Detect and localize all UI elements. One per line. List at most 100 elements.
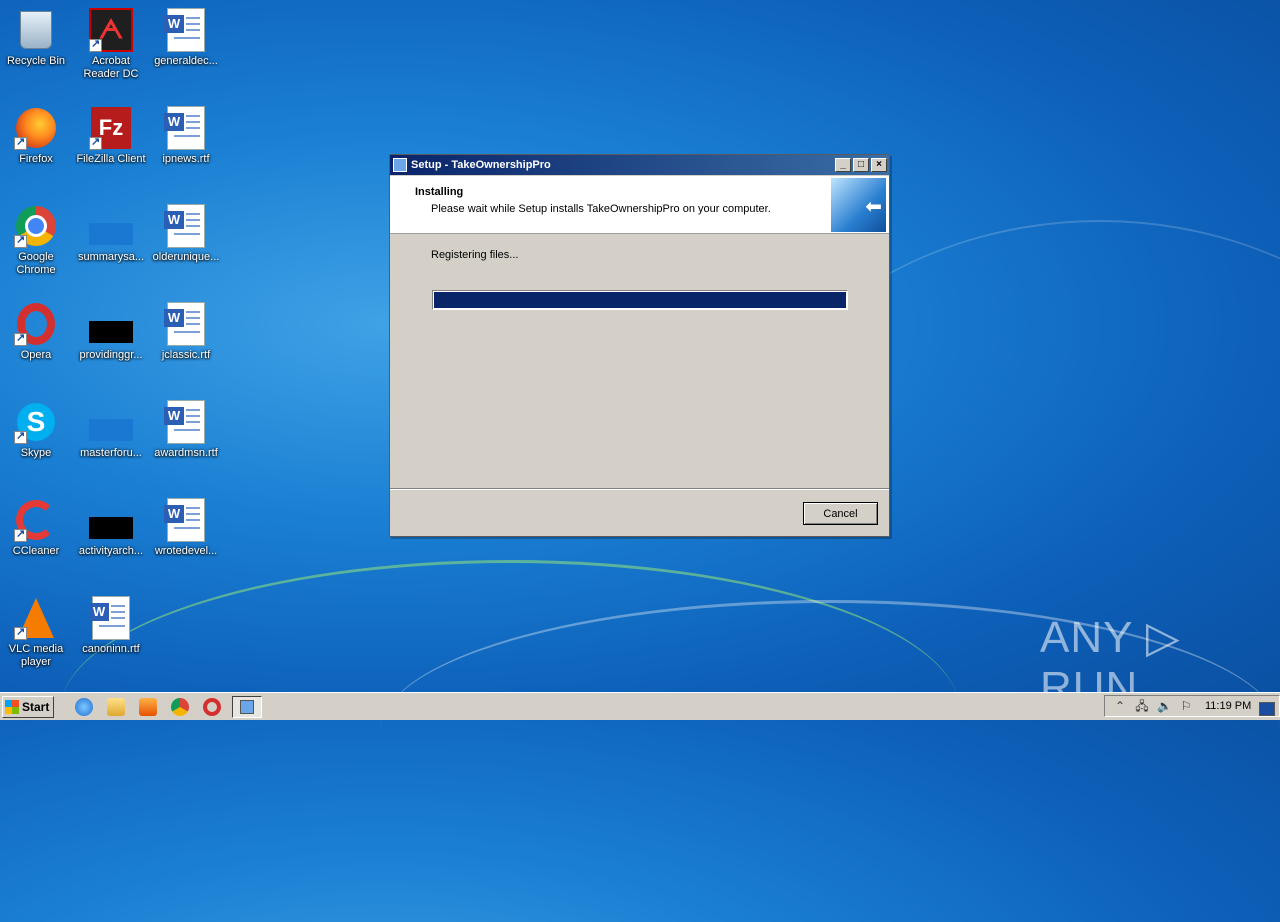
file-thumbnail-icon (89, 204, 133, 248)
start-label: Start (22, 699, 50, 714)
desktop-icon-opera[interactable]: Opera (0, 296, 72, 362)
desktop-icon-label: Skype (20, 447, 52, 459)
shortcut-arrow-icon (14, 527, 27, 542)
skype-icon: S (14, 400, 58, 444)
desktop-icon-recycle-bin[interactable]: Recycle Bin (0, 2, 72, 68)
desktop-icon-acrobat[interactable]: ᗅ Acrobat Reader DC (75, 2, 147, 81)
desktop-icon-wrotedevel[interactable]: W wrotedevel... (150, 492, 222, 558)
desktop-icon-label: ipnews.rtf (162, 153, 210, 165)
setup-dialog: Setup - TakeOwnershipPro _ □ × Installin… (389, 154, 890, 537)
word-document-icon: W (89, 596, 133, 640)
opera-icon[interactable] (203, 697, 221, 716)
firefox-icon (14, 106, 58, 150)
desktop-icon-firefox[interactable]: Firefox (0, 100, 72, 166)
desktop-icon-vlc[interactable]: VLC media player (0, 590, 72, 669)
install-progress-bar (432, 290, 848, 310)
setup-app-icon (393, 158, 407, 172)
word-document-icon: W (164, 400, 208, 444)
taskbar: Start ⌃ 🖧 🔈 ⚐ 11:19 PM (0, 692, 1280, 720)
desktop-icon-providinggr[interactable]: providinggr... (75, 296, 147, 362)
shortcut-arrow-icon (14, 625, 27, 640)
action-center-flag-icon[interactable]: ⚐ (1179, 699, 1193, 713)
desktop-icon-label: Google Chrome (16, 251, 56, 276)
desktop-icon-activityarch[interactable]: activityarch... (75, 492, 147, 558)
tray-expand-icon[interactable]: ⌃ (1113, 699, 1127, 713)
desktop-icon-label: olderunique... (152, 251, 220, 263)
shortcut-arrow-icon (89, 37, 102, 52)
volume-icon[interactable]: 🔈 (1157, 699, 1172, 713)
opera-icon (14, 302, 58, 346)
desktop-icon-label: FileZilla Client (76, 153, 146, 165)
desktop-icon-label: activityarch... (78, 545, 144, 557)
acrobat-icon: ᗅ (89, 8, 133, 52)
page-subheading: Please wait while Setup installs TakeOwn… (431, 203, 771, 215)
desktop-icon-ccleaner[interactable]: CCleaner (0, 492, 72, 558)
shortcut-arrow-icon (89, 135, 102, 150)
desktop-icon-chrome[interactable]: Google Chrome (0, 198, 72, 277)
file-thumbnail-icon (89, 302, 133, 346)
desktop-icon-jclassic[interactable]: W jclassic.rtf (150, 296, 222, 362)
setup-app-icon (240, 699, 254, 714)
chrome-icon (14, 204, 58, 248)
close-button[interactable]: × (871, 158, 887, 172)
file-thumbnail-icon (89, 400, 133, 444)
progress-fill (434, 292, 846, 308)
desktop-icon-summarysa[interactable]: summarysa... (75, 198, 147, 264)
word-document-icon: W (164, 302, 208, 346)
install-status-text: Registering files... (431, 249, 519, 261)
quick-launch (68, 697, 228, 716)
desktop-icon-olderunique[interactable]: W olderunique... (150, 198, 222, 264)
desktop-icon-label: CCleaner (12, 545, 60, 557)
network-icon[interactable]: 🖧 (1135, 699, 1149, 713)
system-tray: ⌃ 🖧 🔈 ⚐ 11:19 PM (1104, 695, 1280, 717)
desktop-icon-label: summarysa... (77, 251, 144, 263)
internet-explorer-icon[interactable] (75, 697, 93, 716)
desktop-icon-label: Acrobat Reader DC (83, 55, 139, 80)
desktop-icon-label: jclassic.rtf (161, 349, 211, 361)
media-player-icon[interactable] (139, 697, 157, 716)
shortcut-arrow-icon (14, 135, 27, 150)
show-desktop-icon[interactable] (1259, 702, 1275, 716)
desktop-icon-canoninn[interactable]: W canoninn.rtf (75, 590, 147, 656)
file-thumbnail-icon (89, 498, 133, 542)
word-document-icon: W (164, 106, 208, 150)
filezilla-icon: Fz (89, 106, 133, 150)
desktop-icon-label: Firefox (19, 153, 53, 165)
dialog-separator (390, 488, 889, 490)
chrome-icon[interactable] (171, 697, 189, 716)
dialog-titlebar[interactable]: Setup - TakeOwnershipPro _ □ × (390, 155, 889, 175)
desktop-icon-generaldec[interactable]: W generaldec... (150, 2, 222, 68)
taskbar-item-setup[interactable] (232, 695, 262, 718)
desktop-icon-label: canoninn.rtf (82, 643, 140, 655)
wizard-computer-icon (831, 178, 886, 232)
ccleaner-icon (14, 498, 58, 542)
windows-logo-icon (5, 699, 19, 714)
recycle-bin-icon (14, 8, 58, 52)
shortcut-arrow-icon (14, 331, 27, 346)
desktop-icon-label: masterforu... (80, 447, 142, 459)
desktop-icon-masterforu[interactable]: masterforu... (75, 394, 147, 460)
dialog-header: Installing Please wait while Setup insta… (390, 176, 889, 234)
desktop-icon-filezilla[interactable]: Fz FileZilla Client (75, 100, 147, 166)
desktop-icon-awardmsn[interactable]: W awardmsn.rtf (150, 394, 222, 460)
start-button[interactable]: Start (2, 695, 54, 718)
desktop-icon-label: awardmsn.rtf (154, 447, 218, 459)
desktop-icon-label: generaldec... (154, 55, 218, 67)
desktop-icon-label: providinggr... (79, 349, 143, 361)
desktop-icon-label: wrotedevel... (154, 545, 218, 557)
maximize-button[interactable]: □ (853, 158, 869, 172)
dialog-title: Setup - TakeOwnershipPro (411, 159, 551, 171)
clock[interactable]: 11:19 PM (1205, 700, 1251, 712)
desktop-icon-ipnews[interactable]: W ipnews.rtf (150, 100, 222, 166)
word-document-icon: W (164, 8, 208, 52)
word-document-icon: W (164, 498, 208, 542)
cancel-button[interactable]: Cancel (803, 502, 878, 525)
desktop-icon-skype[interactable]: S Skype (0, 394, 72, 460)
vlc-icon (14, 596, 58, 640)
explorer-folder-icon[interactable] (107, 697, 125, 716)
shortcut-arrow-icon (14, 233, 27, 248)
page-heading: Installing (415, 186, 464, 198)
word-document-icon: W (164, 204, 208, 248)
minimize-button[interactable]: _ (835, 158, 851, 172)
desktop-icon-label: Recycle Bin (6, 55, 66, 67)
